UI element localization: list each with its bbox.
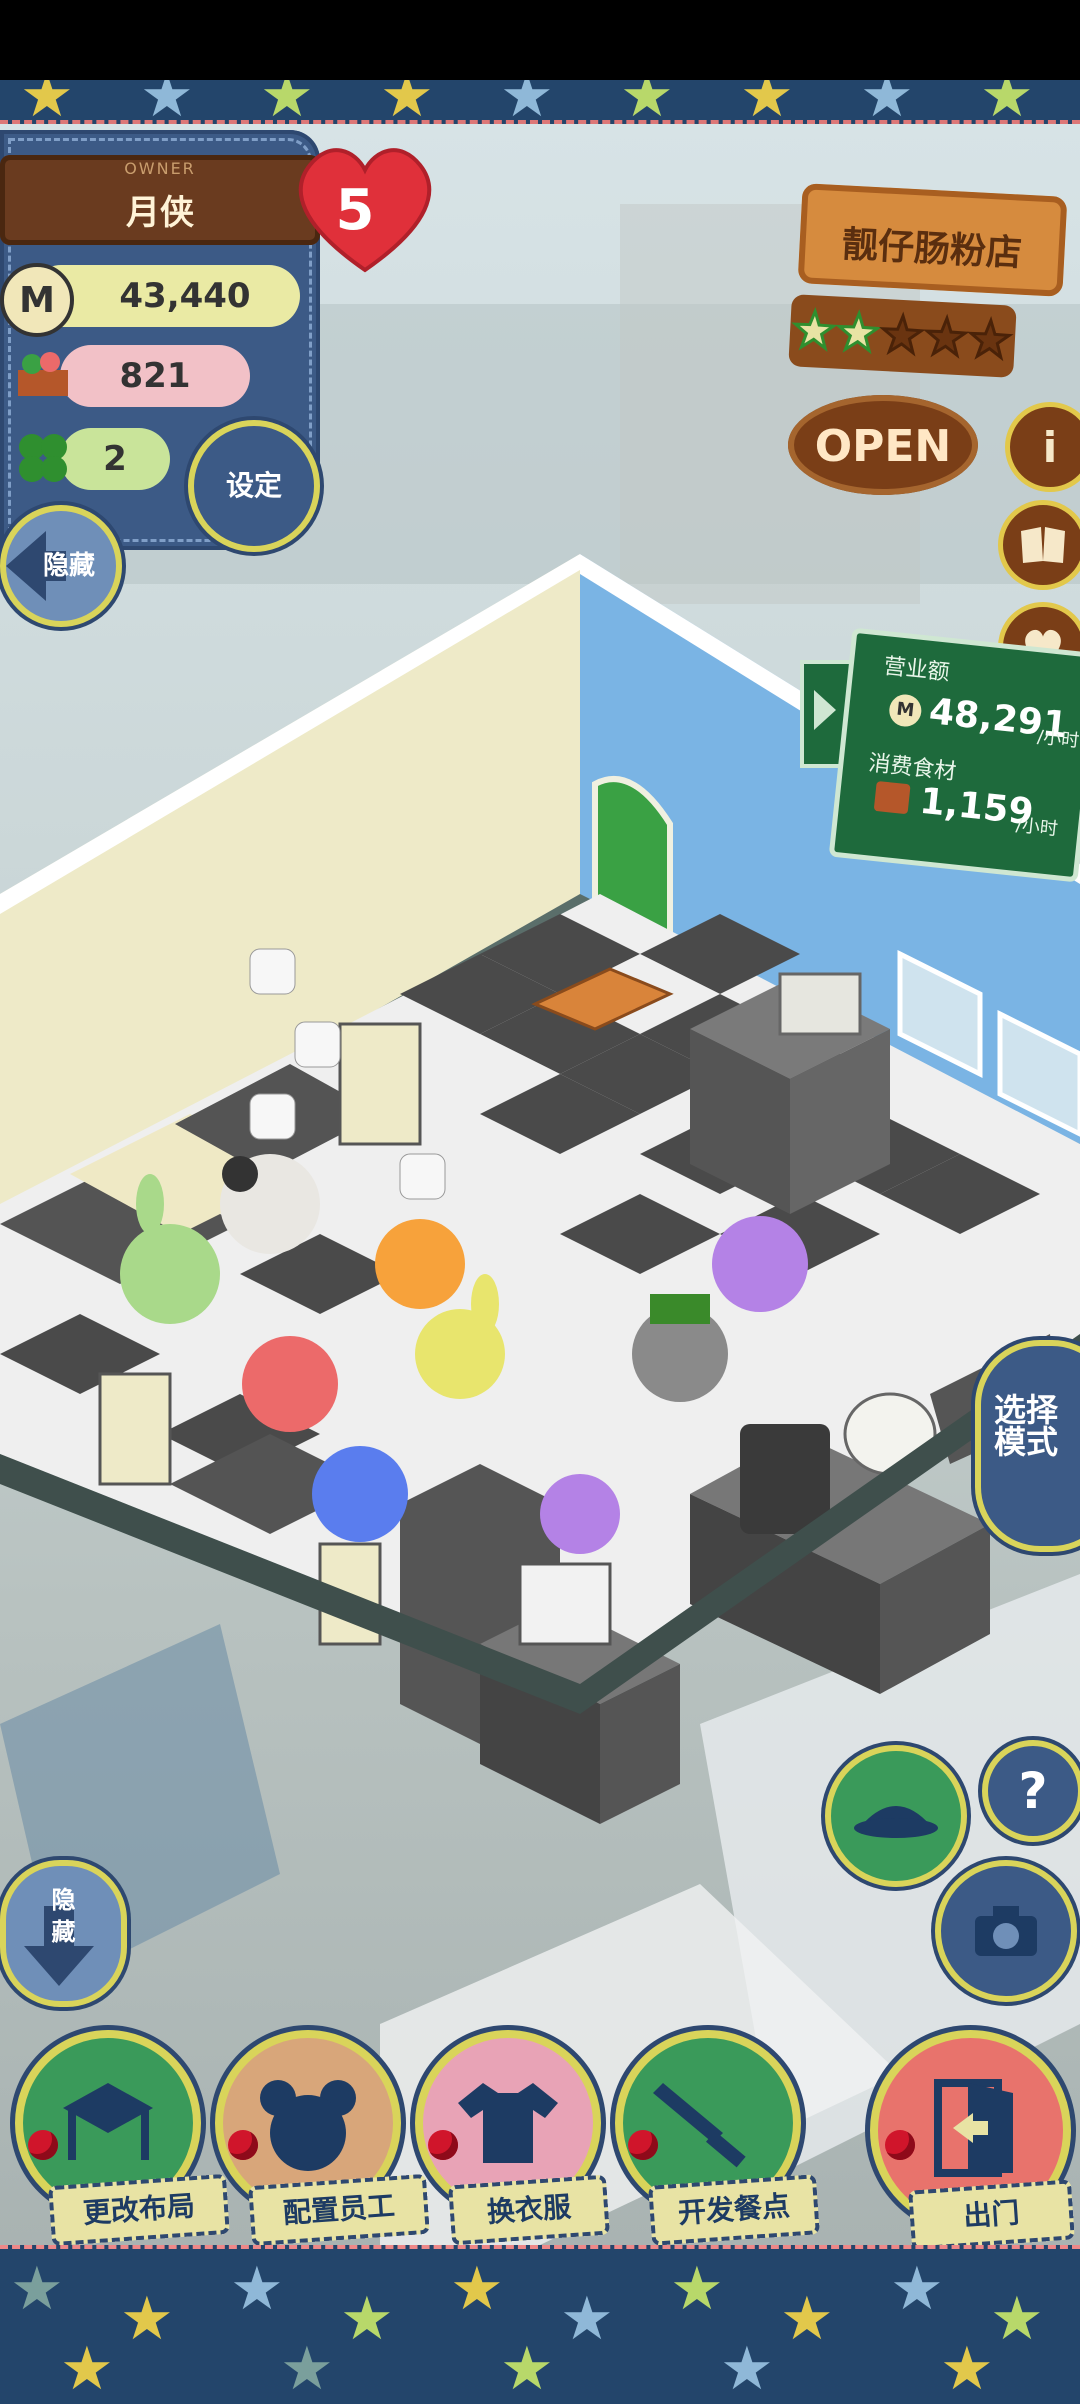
revenue-unit: /小时	[1036, 726, 1080, 752]
clover-bar: 2	[60, 428, 170, 490]
status-bar	[0, 0, 1080, 80]
pin-icon	[885, 2130, 915, 2160]
door-exit-icon	[934, 2079, 1013, 2177]
camera-icon	[975, 1905, 1037, 1956]
develop-dishes-label: 开发餐点	[648, 2174, 820, 2246]
revenue-board: 营业额 M 48,291 /小时 消费食材 1,159 /小时	[828, 627, 1080, 883]
shirt-icon	[458, 2083, 558, 2163]
star-empty-icon	[923, 313, 970, 359]
food-bar: 821	[60, 345, 250, 407]
food-basket-icon	[873, 780, 911, 815]
hide-bottom-button[interactable]: 隐 藏	[0, 1860, 127, 2007]
star-empty-icon	[879, 311, 926, 357]
open-sign-text: OPEN	[814, 421, 952, 472]
settings-button[interactable]: 设定	[188, 420, 320, 552]
star-empty-icon	[966, 316, 1014, 362]
pin-icon	[28, 2130, 58, 2160]
level-heart-badge: 5	[290, 140, 440, 280]
knife-icon	[653, 2083, 746, 2168]
assign-staff-label: 配置员工	[248, 2173, 430, 2247]
book-icon	[1021, 527, 1065, 563]
help-label: ?	[1018, 1762, 1048, 1820]
food-consumption-label: 消费食材	[867, 751, 958, 786]
info-icon: i	[1042, 422, 1058, 472]
coin-icon: M	[0, 263, 74, 337]
select-mode-label: 选择 模式	[993, 1391, 1058, 1461]
shop-name-sign[interactable]: 靓仔肠粉店	[797, 183, 1068, 297]
bottom-star-border: ★ ★ ★ ★ ★ ★ ★ ★ ★ ★ ★ ★ ★ ★ ★	[0, 2245, 1080, 2404]
coin-icon: M	[887, 692, 923, 729]
help-button[interactable]: ?	[982, 1740, 1080, 1842]
pin-icon	[228, 2130, 258, 2160]
food-basket-icon	[10, 340, 76, 406]
shop-name: 靓仔肠粉店	[841, 224, 1023, 275]
owner-header-label: OWNER	[124, 159, 196, 178]
camera-button[interactable]	[935, 1860, 1077, 2002]
hat-button[interactable]	[825, 1745, 967, 1887]
level-number: 5	[335, 178, 375, 243]
bear-head-icon	[260, 2080, 356, 2171]
hide-top-label: 隐藏	[42, 551, 95, 581]
owner-nameplate: OWNER 月侠	[0, 155, 320, 245]
clover-icon	[10, 425, 76, 491]
pin-icon	[428, 2130, 458, 2160]
food-value: 821	[119, 356, 191, 396]
change-clothes-label: 换衣服	[448, 2174, 610, 2246]
go-out-label: 出门	[908, 2179, 1075, 2251]
revenue-label: 营业额	[882, 654, 951, 686]
settings-label: 设定	[225, 469, 282, 502]
select-mode-button[interactable]: 选择 模式	[975, 1340, 1080, 1552]
recipe-book-button[interactable]	[998, 500, 1080, 590]
top-star-border: ★ ★ ★ ★ ★ ★ ★ ★ ★	[0, 80, 1080, 124]
table-icon	[63, 2083, 153, 2160]
food-consumption-unit: /小时	[1014, 814, 1059, 841]
open-sign[interactable]: OPEN	[788, 395, 978, 495]
star-filled-icon	[791, 306, 838, 353]
hat-icon	[854, 1806, 938, 1838]
clover-value: 2	[103, 439, 127, 479]
rating-stars	[791, 306, 1014, 362]
owner-name: 月侠	[126, 193, 194, 233]
star-filled-icon	[835, 309, 882, 355]
pin-icon	[628, 2130, 658, 2160]
shop-rating-bar	[788, 294, 1017, 378]
hide-top-button[interactable]: 隐藏	[0, 505, 122, 627]
change-layout-label: 更改布局	[48, 2173, 230, 2247]
hide-bottom-label: 隐 藏	[51, 1885, 76, 1946]
